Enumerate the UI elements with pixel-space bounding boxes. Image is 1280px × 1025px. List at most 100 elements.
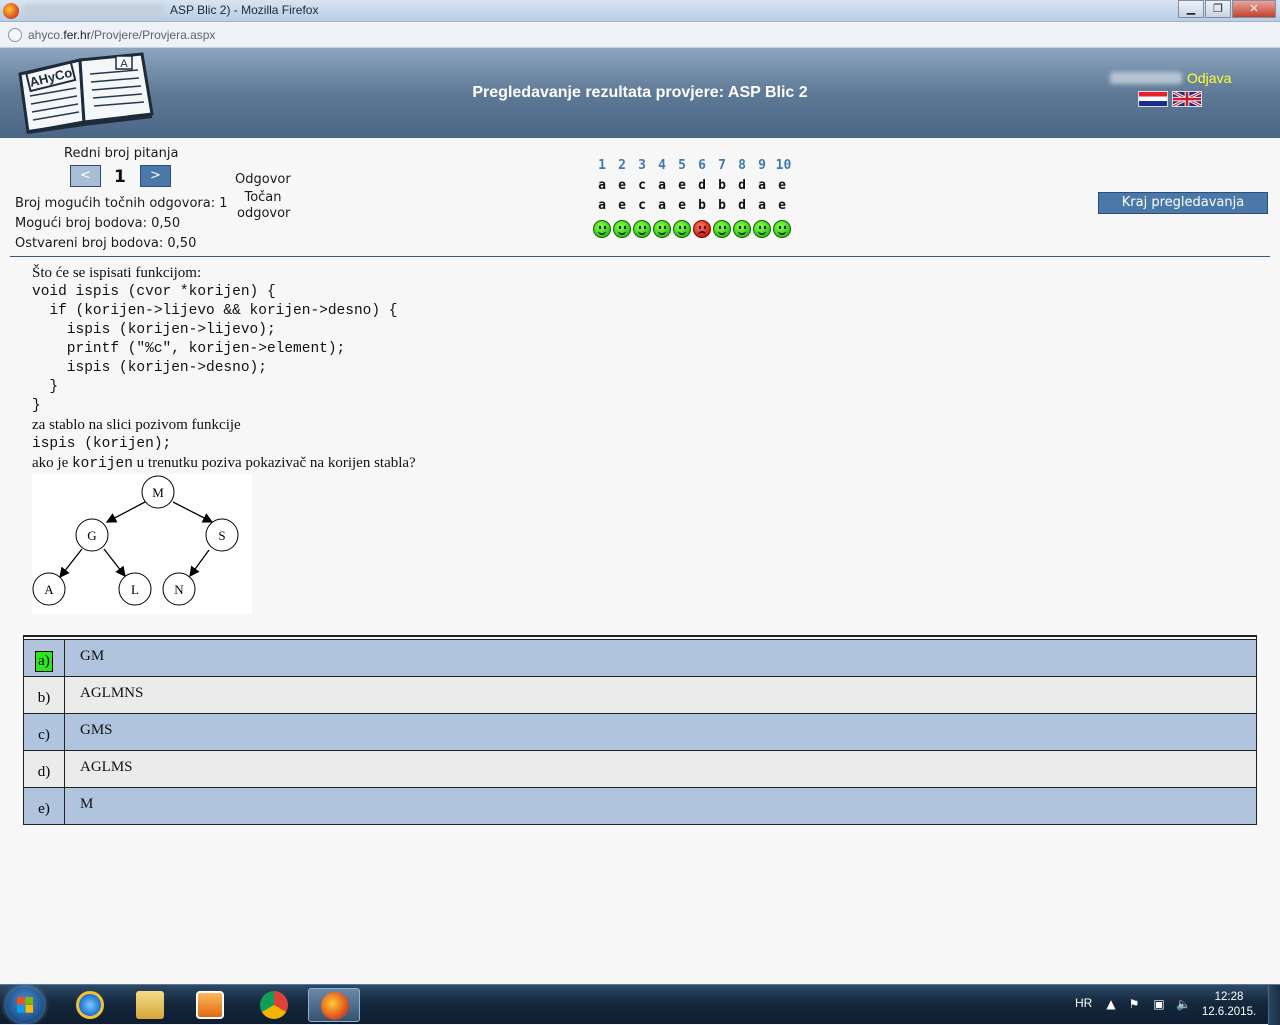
question-link[interactable]: 7 — [712, 158, 732, 173]
clock-date: 12.6.2015. — [1201, 1006, 1257, 1018]
clock-time: 12:28 — [1214, 991, 1244, 1003]
start-button[interactable] — [6, 987, 44, 1023]
given-answer: b — [718, 178, 726, 193]
answer-letter: c) — [38, 726, 50, 743]
answer-letter: e) — [38, 800, 50, 817]
url-text[interactable]: ahyco.fer.hr/Provjere/Provjera.aspx — [28, 28, 215, 42]
possible-correct-count: Broj mogućih točnih odgovora: 1 — [15, 196, 228, 211]
windows-taskbar: HR ▲ ⚑ ▣ 🔈 12:28 12.6.2015. — [0, 984, 1280, 1025]
answer-letter-cell: c) — [24, 714, 65, 750]
correct-answer: b — [718, 198, 726, 213]
taskbar-firefox[interactable] — [308, 988, 360, 1022]
question-link[interactable]: 6 — [692, 158, 712, 173]
result-faces-row — [592, 220, 792, 238]
question-link[interactable]: 10 — [772, 158, 795, 173]
correct-answer: d — [738, 198, 746, 213]
answer-row: c) GMS — [24, 713, 1256, 750]
current-question-number: 1 — [114, 167, 126, 187]
answer-row-label: Odgovor — [235, 172, 291, 187]
code-line: ispis (korijen->desno); — [32, 360, 267, 376]
close-button[interactable]: ✕ — [1232, 0, 1276, 18]
volume-muted-icon[interactable]: 🔈 — [1176, 998, 1191, 1011]
question-middle: za stablo na slici pozivom funkcije — [32, 417, 241, 433]
logo-badge: A — [120, 58, 128, 70]
answer-letter: d) — [37, 763, 51, 780]
next-question-button[interactable]: > — [140, 165, 171, 187]
previous-question-button[interactable]: < — [70, 165, 101, 187]
code-line: } — [32, 379, 59, 395]
given-answer: d — [738, 178, 746, 193]
end-review-button[interactable]: Kraj pregledavanja — [1098, 192, 1268, 214]
question-link[interactable]: 3 — [632, 158, 652, 173]
answer-row: a) GM — [24, 639, 1256, 676]
answer-text: AGLMS — [80, 759, 133, 775]
section-divider — [10, 256, 1270, 257]
action-center-flag-icon[interactable]: ⚑ — [1127, 998, 1141, 1011]
minimize-button[interactable]: ▁ — [1178, 0, 1204, 18]
question-link[interactable]: 8 — [732, 158, 752, 173]
correct-answer: b — [698, 198, 706, 213]
question-link[interactable]: 2 — [612, 158, 632, 173]
question-number-links: 1 2 3 4 5 6 7 8 9 10 — [592, 158, 795, 173]
blurred-title-prefix — [24, 4, 164, 17]
given-answer: d — [698, 178, 706, 193]
question-intro: Što će se ispisati funkcijom: — [32, 265, 202, 281]
correct-answers-row: aecaebbdae — [592, 198, 792, 213]
smiley-correct-icon — [733, 220, 751, 238]
firefox-icon — [3, 3, 19, 19]
smiley-correct-icon — [713, 220, 731, 238]
page-header: AHyCo A Pregledavanje rezultata provjere… — [0, 48, 1280, 138]
given-answer: a — [598, 178, 606, 193]
question-link[interactable]: 9 — [752, 158, 772, 173]
show-hidden-icons-icon[interactable]: ▲ — [1104, 998, 1118, 1011]
answer-row: e) M — [24, 787, 1256, 824]
window-title: ASP Blic 2) - Mozilla Firefox — [170, 3, 319, 17]
system-clock[interactable]: 12:28 12.6.2015. — [1196, 990, 1262, 1020]
smiley-correct-icon — [653, 220, 671, 238]
smiley-wrong-icon — [693, 220, 711, 238]
show-desktop-button[interactable] — [1268, 985, 1280, 1025]
given-answer: a — [758, 178, 766, 193]
question-link[interactable]: 5 — [672, 158, 692, 173]
answer-letter-cell: b) — [24, 677, 65, 713]
correct-answer-marker: a) — [35, 650, 53, 672]
firefox-icon — [321, 992, 349, 1020]
question-link[interactable]: 4 — [652, 158, 672, 173]
given-answers-row: aecaedbdae — [592, 178, 792, 193]
answer-letter-cell: d) — [24, 751, 65, 787]
globe-icon — [8, 28, 22, 42]
taskbar-media-player[interactable] — [184, 988, 236, 1022]
tree-node-label: N — [174, 582, 184, 597]
question-outro: ako je korijen u trenutku poziva pokaziv… — [32, 455, 416, 472]
answer-text: AGLMNS — [80, 685, 144, 701]
taskbar-explorer[interactable] — [124, 988, 176, 1022]
correct-answer: e — [678, 198, 686, 213]
code-line: } — [32, 398, 41, 414]
network-icon[interactable]: ▣ — [1152, 998, 1166, 1011]
answer-text: GMS — [80, 722, 113, 738]
question-info-panel: Redni broj pitanja < 1 > Odgovor Točan o… — [0, 138, 1280, 256]
uk-flag-icon[interactable] — [1172, 91, 1202, 107]
question-body: Što će se ispisati funkcijom: void ispis… — [32, 264, 732, 473]
code-line: if (korijen->lijevo && korijen->desno) { — [32, 303, 398, 319]
logout-link[interactable]: Odjava — [1187, 70, 1231, 86]
page-title: Pregledavanje rezultata provjere: ASP Bl… — [472, 84, 808, 101]
correct-answer: a — [598, 198, 606, 213]
taskbar-chrome[interactable] — [248, 988, 300, 1022]
maximize-button[interactable]: ❐ — [1205, 0, 1231, 18]
language-indicator[interactable]: HR — [1075, 996, 1092, 1010]
answer-letter: b) — [37, 689, 51, 706]
given-answer: e — [778, 178, 786, 193]
media-player-icon — [196, 991, 224, 1019]
taskbar-ie[interactable] — [64, 988, 116, 1022]
address-bar[interactable]: ahyco.fer.hr/Provjere/Provjera.aspx — [0, 22, 1280, 48]
question-link[interactable]: 1 — [592, 158, 612, 173]
answer-text: M — [80, 796, 94, 812]
given-answer: c — [638, 178, 646, 193]
croatian-flag-icon[interactable] — [1138, 91, 1168, 107]
smiley-correct-icon — [633, 220, 651, 238]
smiley-correct-icon — [593, 220, 611, 238]
answer-text: GM — [80, 648, 105, 664]
correct-answer: a — [658, 198, 666, 213]
given-answer: a — [658, 178, 666, 193]
